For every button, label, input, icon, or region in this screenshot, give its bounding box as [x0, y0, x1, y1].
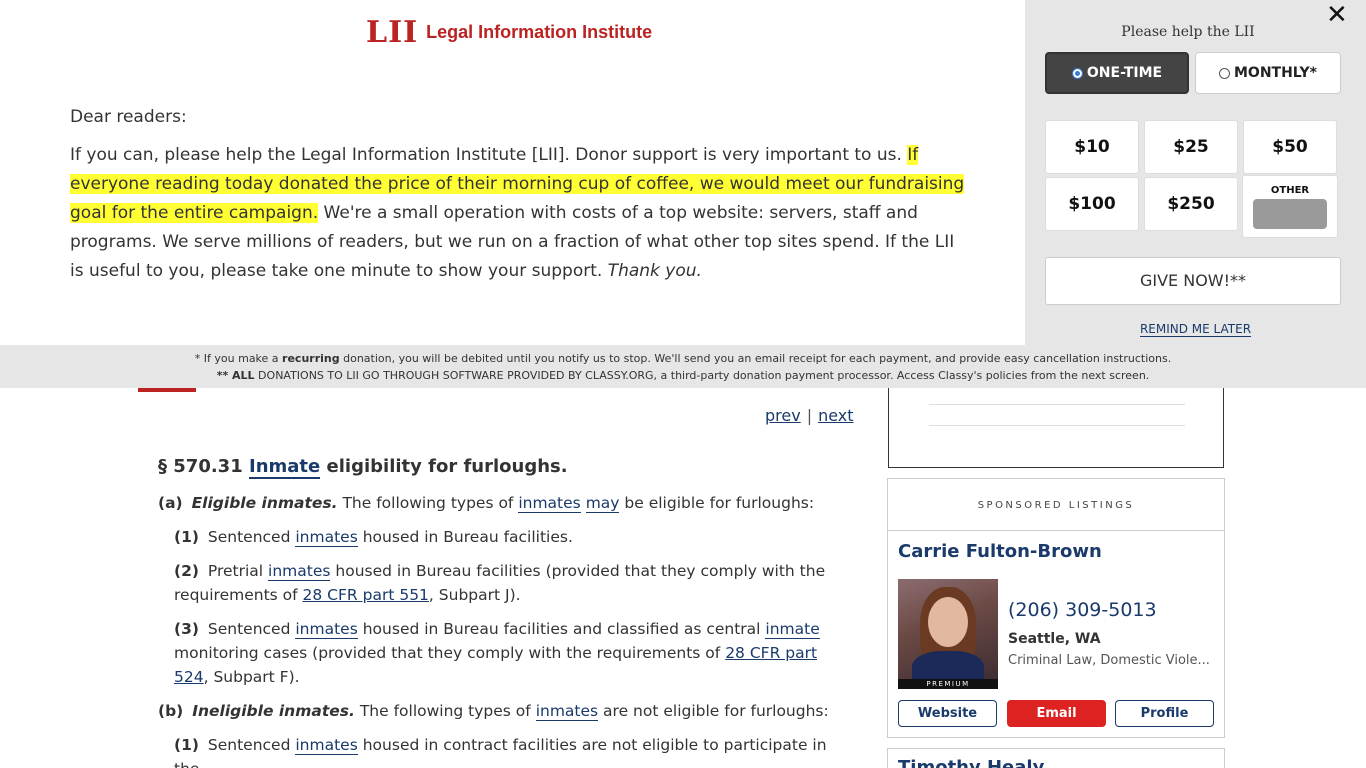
- letter-body: If you can, please help the Legal Inform…: [70, 141, 965, 286]
- divider: [929, 404, 1185, 405]
- letter-greeting: Dear readers:: [70, 107, 187, 127]
- paragraph-text: housed in Bureau facilities.: [362, 528, 573, 546]
- profile-button[interactable]: Profile: [1115, 700, 1214, 727]
- paragraph-label: (1): [174, 736, 199, 754]
- disclaimer-line-2: ** ALL DONATIONS TO LII GO THROUGH SOFTW…: [0, 367, 1366, 384]
- term-link[interactable]: inmates: [535, 702, 599, 721]
- paragraph-b1: (1) Sentenced inmates housed in contract…: [158, 733, 838, 768]
- paragraph-heading: Eligible inmates.: [191, 494, 338, 512]
- prev-link[interactable]: prev: [765, 406, 801, 425]
- donation-disclaimer: * If you make a recurring donation, you …: [0, 345, 1366, 388]
- lii-logo[interactable]: LII Legal Information Institute: [366, 14, 653, 50]
- one-time-toggle[interactable]: ONE-TIME: [1045, 52, 1189, 94]
- paragraph-label: (a): [158, 494, 183, 512]
- lawyer-phone-link[interactable]: (206) 309-5013: [1008, 599, 1157, 621]
- letter-text: If you can, please help the Legal Inform…: [70, 145, 908, 165]
- lawyer-name-link[interactable]: Carrie Fulton-Brown: [898, 541, 1102, 562]
- section-title: § 570.31 Inmate eligibility for furlough…: [158, 455, 838, 479]
- lii-logo-text: Legal Information Institute: [426, 21, 653, 42]
- term-link[interactable]: inmates: [295, 528, 358, 547]
- paragraph-text: monitoring cases (provided that they com…: [174, 644, 721, 662]
- lawyer-photo[interactable]: PREMIUM: [898, 579, 998, 689]
- paragraph-text: Sentenced: [207, 528, 291, 546]
- donation-letter-panel: LII Legal Information Institute Dear rea…: [0, 0, 1025, 345]
- paragraph-text: , Subpart F).: [203, 668, 300, 686]
- amount-50-button[interactable]: $50: [1243, 120, 1337, 174]
- donation-form-title: Please help the LII: [1121, 24, 1255, 40]
- paragraph-text: Pretrial: [207, 562, 264, 580]
- sidebar-search-box: [888, 386, 1224, 468]
- paragraph-a: (a) Eligible inmates. The following type…: [158, 491, 838, 515]
- letter-thanks: Thank you.: [607, 261, 702, 281]
- section-number: § 570.31: [158, 456, 243, 477]
- term-link[interactable]: inmates: [268, 562, 331, 581]
- photo-face: [928, 597, 968, 647]
- remind-later-link-wrap: REMIND ME LATER: [1025, 322, 1366, 337]
- paragraph-a1: (1) Sentenced inmates housed in Bureau f…: [158, 525, 838, 549]
- paragraph-a3: (3) Sentenced inmates housed in Bureau f…: [158, 617, 838, 689]
- term-link[interactable]: inmates: [295, 736, 358, 755]
- sponsored-listing-card: Timothy Healy: [887, 748, 1225, 768]
- paragraph-text: Sentenced: [207, 620, 291, 638]
- term-link[interactable]: inmates: [295, 620, 358, 639]
- amount-10-button[interactable]: $10: [1045, 120, 1139, 174]
- lawyer-name-link[interactable]: Timothy Healy: [898, 757, 1044, 768]
- other-amount-box: OTHER: [1242, 175, 1338, 238]
- give-now-button[interactable]: GIVE NOW!**: [1045, 257, 1341, 305]
- donation-letter: Dear readers: If you can, please help th…: [70, 103, 965, 295]
- prev-next-nav: prev | next: [765, 406, 854, 425]
- term-link[interactable]: inmate: [765, 620, 820, 639]
- paragraph-heading: Ineligible inmates.: [192, 702, 355, 720]
- section-title-text: eligibility for furloughs.: [326, 456, 568, 477]
- disclaimer-text: donation, you will be debited until you …: [339, 352, 1172, 365]
- other-amount-label: OTHER: [1270, 185, 1310, 196]
- other-amount-input[interactable]: [1253, 199, 1327, 229]
- disclaimer-bold: recurring: [282, 352, 340, 365]
- regulation-content: § 570.31 Inmate eligibility for furlough…: [158, 455, 838, 768]
- term-link[interactable]: may: [585, 494, 620, 513]
- paragraph-label: (3): [174, 620, 199, 638]
- lii-logo-mark: LII: [366, 14, 419, 50]
- paragraph-label: (b): [158, 702, 184, 720]
- term-link[interactable]: inmates: [518, 494, 581, 513]
- amount-100-button[interactable]: $100: [1045, 177, 1139, 231]
- radio-selected-icon: [1071, 67, 1083, 79]
- paragraph-text: housed in Bureau facilities and classifi…: [362, 620, 761, 638]
- one-time-label: ONE-TIME: [1086, 65, 1163, 81]
- next-link[interactable]: next: [818, 406, 853, 425]
- disclaimer-text: DONATIONS TO LII GO THROUGH SOFTWARE PRO…: [254, 369, 1150, 382]
- paragraph-text: , Subpart J).: [428, 586, 521, 604]
- monthly-label: MONTHLY*: [1233, 65, 1317, 81]
- website-button[interactable]: Website: [898, 700, 997, 727]
- paragraph-text: The following types of: [342, 494, 514, 512]
- lawyer-location: Seattle, WA: [1008, 631, 1101, 647]
- paragraph-text: Sentenced: [207, 736, 291, 754]
- lawyer-practice-areas: Criminal Law, Domestic Viole...: [1008, 653, 1210, 668]
- remind-later-link[interactable]: REMIND ME LATER: [1139, 322, 1252, 337]
- amount-25-button[interactable]: $25: [1144, 120, 1238, 174]
- paragraph-label: (1): [174, 528, 199, 546]
- sponsored-listings: SPONSORED LISTINGS Carrie Fulton-Brown P…: [887, 478, 1225, 738]
- paragraph-text: are not eligible for furloughs:: [603, 702, 829, 720]
- divider: [929, 425, 1185, 426]
- disclaimer-line-1: * If you make a recurring donation, you …: [0, 350, 1366, 367]
- disclaimer-text: * If you make a: [194, 352, 283, 365]
- premium-badge: PREMIUM: [898, 679, 998, 689]
- radio-empty-icon: [1218, 67, 1230, 79]
- paragraph-text: The following types of: [359, 702, 531, 720]
- nav-separator: |: [806, 406, 813, 425]
- paragraph-b: (b) Ineligible inmates. The following ty…: [158, 699, 838, 723]
- paragraph-label: (2): [174, 562, 199, 580]
- paragraph-text: be eligible for furloughs:: [624, 494, 815, 512]
- donation-banner: LII Legal Information Institute Dear rea…: [0, 0, 1366, 388]
- cfr-citation-link[interactable]: 28 CFR part 551: [303, 586, 429, 604]
- amount-250-button[interactable]: $250: [1144, 177, 1238, 231]
- email-button[interactable]: Email: [1007, 700, 1106, 727]
- term-link[interactable]: Inmate: [249, 456, 321, 479]
- monthly-toggle[interactable]: MONTHLY*: [1195, 52, 1341, 94]
- sponsored-listings-heading: SPONSORED LISTINGS: [888, 479, 1224, 531]
- paragraph-a2: (2) Pretrial inmates housed in Bureau fa…: [158, 559, 838, 607]
- disclaimer-bold: ** ALL: [216, 369, 255, 382]
